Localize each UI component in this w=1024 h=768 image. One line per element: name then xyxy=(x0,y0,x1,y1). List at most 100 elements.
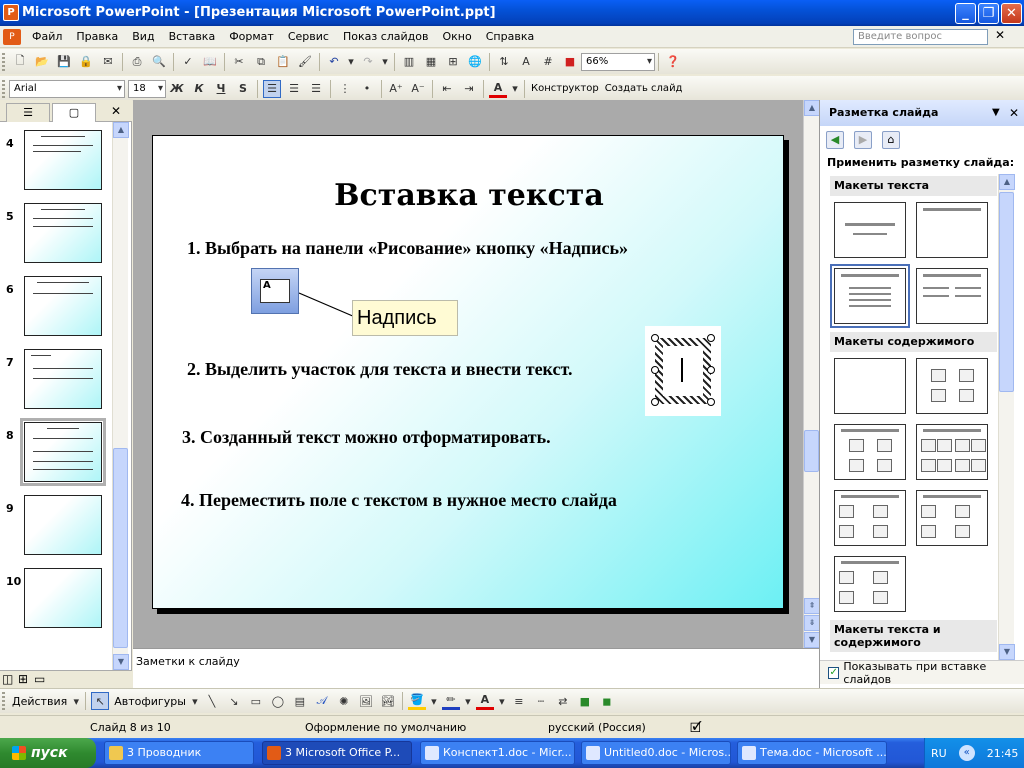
slide-bullet-1[interactable]: 1. Выбрать на панели «Рисование» кнопку … xyxy=(187,238,628,259)
scroll-thumb[interactable] xyxy=(113,448,128,648)
slide-bullet-2[interactable]: 2. Выделить участок для текста и внести … xyxy=(187,359,572,380)
close-document-icon[interactable]: ✕ xyxy=(995,28,1005,42)
font-select[interactable]: Arial xyxy=(9,79,125,98)
save-icon[interactable]: 💾 xyxy=(55,53,73,71)
arrow-style-icon[interactable]: ⇄ xyxy=(554,692,572,710)
line-style-icon[interactable]: ≡ xyxy=(510,692,528,710)
show-formatting-icon[interactable]: A xyxy=(517,53,535,71)
textbox-icon[interactable]: ▤ xyxy=(291,692,309,710)
dash-style-icon[interactable]: ┄ xyxy=(532,692,550,710)
expand-all-icon[interactable]: ⇅ xyxy=(495,53,513,71)
scroll-thumb[interactable] xyxy=(999,192,1014,392)
home-icon[interactable]: ⌂ xyxy=(882,131,900,149)
line-color-icon[interactable]: ✏ xyxy=(441,692,460,710)
document-icon[interactable]: P xyxy=(3,28,21,45)
undo-dropdown-icon[interactable]: ▾ xyxy=(347,53,355,71)
wordart-icon[interactable]: 𝒜 xyxy=(313,692,331,710)
scroll-down-icon[interactable]: ▼ xyxy=(804,632,820,648)
font-color-icon[interactable]: A xyxy=(489,80,507,98)
taskbar-word-untitled[interactable]: Untitled0.doc - Micros... xyxy=(581,741,731,765)
increase-indent-icon[interactable]: ⇥ xyxy=(460,80,478,98)
font-size-select[interactable]: 18 xyxy=(128,79,166,98)
research-icon[interactable]: 📖 xyxy=(201,53,219,71)
permission-icon[interactable]: 🔒 xyxy=(77,53,95,71)
slides-scrollbar[interactable]: ▲ ▼ xyxy=(112,122,129,670)
ask-question-input[interactable]: Введите вопрос xyxy=(853,29,988,45)
decrease-indent-icon[interactable]: ⇤ xyxy=(438,80,456,98)
rectangle-icon[interactable]: ▭ xyxy=(247,692,265,710)
show-grid-icon[interactable]: # xyxy=(539,53,557,71)
actions-menu[interactable]: Действия xyxy=(9,695,70,708)
show-on-insert-checkbox[interactable]: ✓ xyxy=(828,666,840,679)
layout-title-only[interactable] xyxy=(916,202,988,258)
restore-button[interactable]: ❐ xyxy=(978,3,999,24)
menu-view[interactable]: Вид xyxy=(125,26,161,48)
slideshow-view-icon[interactable]: ▭ xyxy=(34,672,45,686)
sorter-view-icon[interactable]: ⊞ xyxy=(18,672,28,686)
align-left-icon[interactable]: ☰ xyxy=(263,79,281,98)
underline-button[interactable]: Ч xyxy=(212,80,230,98)
back-icon[interactable]: ◀ xyxy=(826,131,844,149)
notes-pane[interactable]: Заметки к слайду xyxy=(133,648,819,688)
autoshapes-menu[interactable]: Автофигуры xyxy=(111,695,189,708)
layout-two-columns[interactable] xyxy=(916,268,988,324)
start-button[interactable]: пуск xyxy=(0,738,96,768)
email-icon[interactable]: ✉ xyxy=(99,53,117,71)
forward-icon[interactable]: ▶ xyxy=(854,131,872,149)
layout-title-slide[interactable] xyxy=(834,202,906,258)
slide-bullet-3[interactable]: 3. Созданный текст можно отформатировать… xyxy=(182,427,551,448)
scroll-down-icon[interactable]: ▼ xyxy=(113,654,129,670)
shadow-button[interactable]: S xyxy=(234,80,252,98)
align-right-icon[interactable]: ☰ xyxy=(307,80,325,98)
slide-thumbnail[interactable] xyxy=(24,349,102,409)
font-color-dropdown-icon[interactable]: ▾ xyxy=(511,80,519,98)
slide-thumbnail-selected[interactable] xyxy=(20,418,106,486)
powerpoint-app-icon[interactable]: P xyxy=(3,4,19,21)
new-icon[interactable]: 🗋 xyxy=(11,53,29,71)
designer-button[interactable]: Конструктор xyxy=(528,83,602,94)
help-icon[interactable]: ❓ xyxy=(664,53,682,71)
scroll-thumb[interactable] xyxy=(804,430,819,472)
previous-slide-icon[interactable]: ⇞ xyxy=(804,598,820,614)
undo-icon[interactable]: ↶ xyxy=(325,53,343,71)
taskbar-word-konspekt[interactable]: Конспект1.doc - Micr... xyxy=(420,741,575,765)
font-color-draw-dropdown-icon[interactable]: ▾ xyxy=(498,692,506,710)
menu-file[interactable]: Файл xyxy=(25,26,69,48)
slide-thumbnail[interactable] xyxy=(24,568,102,628)
insert-hyperlink-icon[interactable]: 🌐 xyxy=(466,53,484,71)
menu-window[interactable]: Окно xyxy=(436,26,479,48)
decrease-font-icon[interactable]: A⁻ xyxy=(409,80,427,98)
slide-title[interactable]: Вставка текста xyxy=(153,178,785,213)
diagram-icon[interactable]: ✺ xyxy=(335,692,353,710)
align-center-icon[interactable]: ☰ xyxy=(285,80,303,98)
spelling-icon[interactable]: ✓ xyxy=(179,53,197,71)
task-pane-close-icon[interactable]: ✕ xyxy=(1009,100,1019,126)
close-button[interactable]: ✕ xyxy=(1001,3,1022,24)
redo-dropdown-icon[interactable]: ▾ xyxy=(381,53,389,71)
tab-slides[interactable]: ▢ xyxy=(52,103,96,122)
layout-content[interactable] xyxy=(916,358,988,414)
insert-chart-icon[interactable]: ▥ xyxy=(400,53,418,71)
autoshapes-dropdown-icon[interactable]: ▾ xyxy=(191,692,199,710)
toolbar-grip[interactable] xyxy=(2,52,5,71)
slide-thumbnail[interactable] xyxy=(24,203,102,263)
redo-icon[interactable]: ↷ xyxy=(359,53,377,71)
slide-thumbnail[interactable] xyxy=(24,276,102,336)
taskbar-explorer[interactable]: 3 Проводник xyxy=(104,741,254,765)
minimize-button[interactable]: _ xyxy=(955,3,976,24)
layout-title-content[interactable] xyxy=(834,424,906,480)
print-icon[interactable]: ⎙ xyxy=(128,53,146,71)
italic-button[interactable]: К xyxy=(190,80,208,98)
open-icon[interactable]: 📂 xyxy=(33,53,51,71)
print-preview-icon[interactable]: 🔍 xyxy=(150,53,168,71)
layout-blank[interactable] xyxy=(834,358,906,414)
task-pane-menu-icon[interactable]: ▼ xyxy=(992,100,1000,126)
format-painter-icon[interactable]: 🖌 xyxy=(296,53,314,71)
close-pane-icon[interactable]: ✕ xyxy=(111,104,121,118)
menu-format[interactable]: Формат xyxy=(222,26,281,48)
tray-arrow-icon[interactable]: « xyxy=(958,745,975,761)
tab-outline[interactable]: ☰ xyxy=(6,103,50,122)
menu-tools[interactable]: Сервис xyxy=(281,26,336,48)
cut-icon[interactable]: ✂ xyxy=(230,53,248,71)
taskbar-powerpoint[interactable]: 3 Microsoft Office P... xyxy=(262,741,412,765)
